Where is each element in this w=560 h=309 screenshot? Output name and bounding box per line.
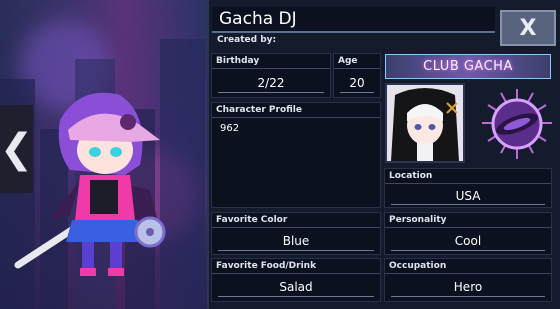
occupation-label: Occupation xyxy=(389,261,447,271)
club-banner[interactable]: CLUB GACHA xyxy=(385,54,551,79)
label-divider xyxy=(212,117,380,118)
favorite-food-label: Favorite Food/Drink xyxy=(216,261,317,271)
occupation-value: Hero xyxy=(453,280,483,294)
value-underline xyxy=(218,92,324,93)
location-field[interactable]: Location USA xyxy=(384,168,552,208)
character-sprite xyxy=(14,92,166,276)
close-icon: X xyxy=(519,15,537,41)
character-avatar[interactable] xyxy=(385,83,465,163)
age-field[interactable]: Age 20 xyxy=(333,53,381,98)
favorite-food-field[interactable]: Favorite Food/Drink Salad xyxy=(211,258,381,302)
close-button[interactable]: X xyxy=(500,10,556,46)
personality-value: Cool xyxy=(454,234,482,248)
label-divider xyxy=(385,183,551,184)
age-label: Age xyxy=(338,56,358,66)
character-name: Gacha DJ xyxy=(219,9,297,29)
occupation-field[interactable]: Occupation Hero xyxy=(384,258,552,302)
profile-field[interactable]: Character Profile 962 xyxy=(211,102,381,208)
chevron-left-icon: ❮ xyxy=(0,126,34,172)
location-value: USA xyxy=(455,189,481,203)
value-underline xyxy=(391,296,545,297)
label-divider xyxy=(334,68,380,69)
value-underline xyxy=(391,250,545,251)
birthday-value: 2/22 xyxy=(257,76,285,90)
personality-label: Personality xyxy=(389,215,447,225)
label-divider xyxy=(212,227,380,228)
label-divider xyxy=(212,273,380,274)
favorite-color-value: Blue xyxy=(282,234,310,248)
label-divider xyxy=(385,227,551,228)
favorite-color-field[interactable]: Favorite Color Blue xyxy=(211,212,381,255)
age-value: 20 xyxy=(349,76,365,90)
favorite-color-label: Favorite Color xyxy=(216,215,288,225)
label-divider xyxy=(385,273,551,274)
avatar-art xyxy=(387,85,463,161)
club-name: CLUB GACHA xyxy=(423,59,513,74)
label-divider xyxy=(212,68,330,69)
created-by-label: Created by: xyxy=(217,35,277,45)
value-underline xyxy=(391,204,545,205)
value-underline xyxy=(218,296,374,297)
value-underline xyxy=(340,92,374,93)
personality-field[interactable]: Personality Cool xyxy=(384,212,552,255)
value-underline xyxy=(218,250,374,251)
name-field[interactable]: Gacha DJ xyxy=(212,7,495,33)
prev-character-button[interactable]: ❮ xyxy=(0,105,33,193)
birthday-label: Birthday xyxy=(216,56,260,66)
profile-label: Character Profile xyxy=(216,105,302,115)
location-label: Location xyxy=(389,171,433,181)
birthday-field[interactable]: Birthday 2/22 xyxy=(211,53,331,98)
favorite-food-value: Salad xyxy=(279,280,313,294)
club-logo-icon xyxy=(482,89,552,159)
profile-text: 962 xyxy=(220,123,240,134)
